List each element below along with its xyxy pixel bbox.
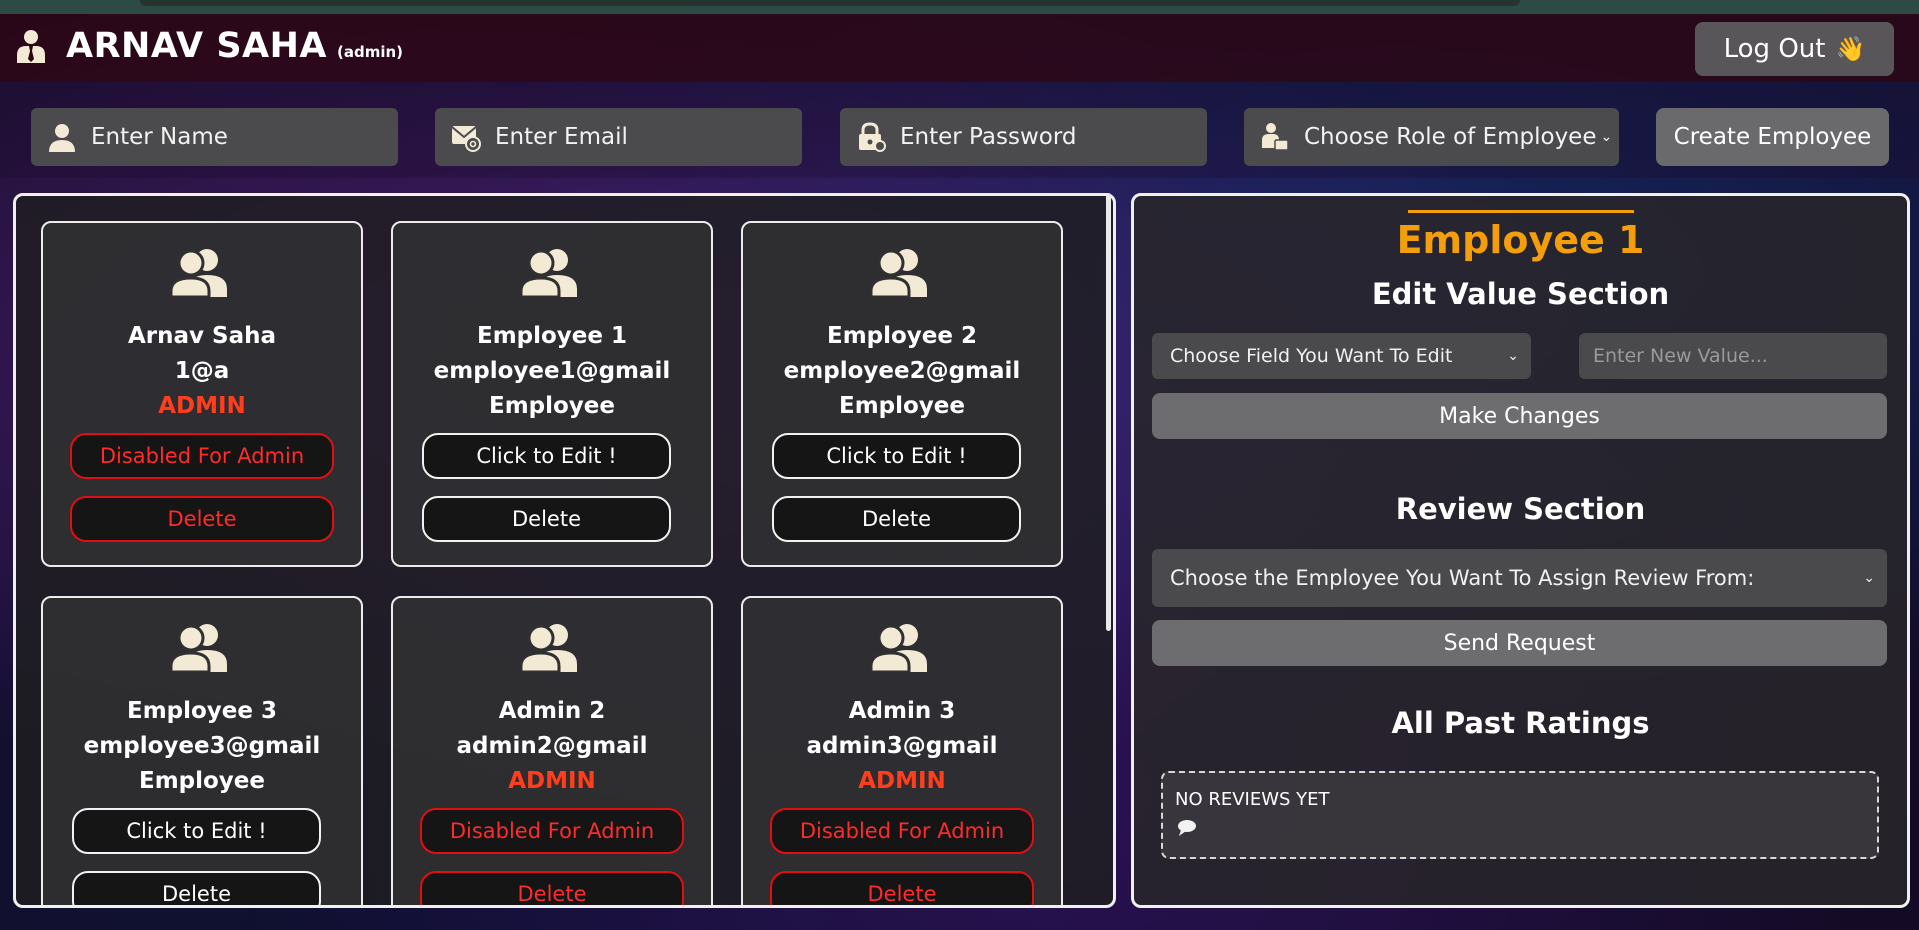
employee-name: Employee 2: [826, 323, 978, 349]
employee-role: Employee: [488, 393, 616, 419]
chevron-down-icon: ⌄: [1863, 570, 1875, 586]
create-employee-form: Enter Name Enter Email Enter Password Ch…: [0, 82, 1919, 178]
email-input[interactable]: Enter Email: [435, 108, 802, 166]
email-icon: [451, 126, 481, 152]
disabled-for-admin-button[interactable]: Disabled For Admin: [70, 433, 334, 479]
delete-employee-button[interactable]: Delete: [422, 496, 671, 542]
user-tie-icon: [17, 30, 45, 63]
password-placeholder: Enter Password: [900, 124, 1077, 150]
employee-role: ADMIN: [858, 768, 946, 794]
employee-name: Arnav Saha: [127, 323, 277, 349]
employee-email: employee3@gmail: [83, 733, 321, 759]
delete-employee-button[interactable]: Delete: [772, 496, 1021, 542]
employee-email: employee1@gmail: [433, 358, 671, 384]
employee-name: Employee 1: [476, 323, 628, 349]
user-role-icon: [1262, 123, 1289, 151]
edit-employee-button[interactable]: Click to Edit !: [72, 808, 321, 854]
name-placeholder: Enter Name: [91, 124, 228, 150]
send-request-button[interactable]: Send Request: [1152, 620, 1887, 666]
employee-name: Admin 3: [848, 698, 956, 724]
role-select[interactable]: Choose Role of Employee ⌄: [1244, 108, 1619, 166]
reviewer-select[interactable]: Choose the Employee You Want To Assign R…: [1152, 549, 1887, 607]
logout-button[interactable]: Log Out 👋: [1695, 22, 1894, 76]
employee-email: admin2@gmail: [456, 733, 648, 759]
users-icon: [869, 622, 931, 674]
new-value-input[interactable]: Enter New Value...: [1579, 333, 1887, 379]
employee-email: employee2@gmail: [783, 358, 1021, 384]
delete-employee-button[interactable]: Delete: [420, 871, 684, 905]
user-icon: [49, 124, 75, 152]
edit-employee-button[interactable]: Click to Edit !: [422, 433, 671, 479]
employee-card: Employee 3 employee3@gmail Employee Click t…: [41, 596, 363, 905]
employee-name: Employee 3: [126, 698, 278, 724]
delete-employee-button[interactable]: Delete: [70, 496, 334, 542]
disabled-for-admin-button[interactable]: Disabled For Admin: [420, 808, 684, 854]
employee-card: Employee 2 employee2@gmail Employee Click t…: [741, 221, 1063, 567]
current-user: ARNAV SAHA (admin): [16, 26, 403, 66]
email-placeholder: Enter Email: [495, 124, 628, 150]
chevron-down-icon: ⌄: [1507, 348, 1519, 364]
employee-list-panel[interactable]: Arnav Saha 1@a ADMIN Disabled For Admin Dele…: [13, 193, 1116, 908]
edit-field-select[interactable]: Choose Field You Want To Edit ⌄: [1152, 333, 1531, 379]
no-reviews-text: NO REVIEWS YET: [1175, 789, 1330, 810]
chevron-down-icon: ⌄: [1600, 129, 1613, 145]
speech-bubble-icon: [1178, 820, 1196, 836]
users-icon: [169, 247, 231, 299]
employee-list-scrollbar[interactable]: [1106, 193, 1111, 631]
new-value-placeholder: Enter New Value...: [1593, 345, 1768, 367]
selected-employee-name: Employee 1: [1396, 218, 1645, 262]
users-icon: [519, 247, 581, 299]
password-input[interactable]: Enter Password: [840, 108, 1207, 166]
users-icon: [519, 622, 581, 674]
delete-employee-button[interactable]: Delete: [72, 871, 321, 905]
users-icon: [169, 622, 231, 674]
employee-role: ADMIN: [158, 393, 246, 419]
edit-field-select-value: Choose Field You Want To Edit: [1170, 345, 1453, 367]
employee-name: Admin 2: [498, 698, 606, 724]
users-icon: [869, 247, 931, 299]
employee-role: ADMIN: [508, 768, 596, 794]
create-employee-button[interactable]: Create Employee: [1656, 108, 1889, 166]
user-name: ARNAV SAHA: [66, 26, 327, 66]
make-changes-button[interactable]: Make Changes: [1152, 393, 1887, 439]
reviewer-select-value: Choose the Employee You Want To Assign R…: [1170, 566, 1755, 590]
employee-card: Employee 1 employee1@gmail Employee Click t…: [391, 221, 713, 567]
employee-email: admin3@gmail: [806, 733, 998, 759]
past-ratings-box: NO REVIEWS YET: [1161, 771, 1879, 859]
app-header: ARNAV SAHA (admin) Log Out 👋: [0, 14, 1919, 82]
employee-card: Arnav Saha 1@a ADMIN Disabled For Admin Dele…: [41, 221, 363, 567]
browser-top-strip-inner: [140, 0, 1520, 6]
employee-role: Employee: [138, 768, 266, 794]
selected-employee-underline: [1408, 210, 1634, 213]
employee-email: 1@a: [174, 358, 230, 384]
employee-card: Admin 2 admin2@gmail ADMIN Disabled For Adm…: [391, 596, 713, 905]
review-section-heading: Review Section: [1395, 492, 1646, 526]
edit-section-heading: Edit Value Section: [1371, 277, 1670, 311]
logout-label: Log Out: [1723, 34, 1826, 64]
disabled-for-admin-button[interactable]: Disabled For Admin: [770, 808, 1034, 854]
employee-card: Admin 3 admin3@gmail ADMIN Disabled For Adm…: [741, 596, 1063, 905]
role-select-value: Choose Role of Employee: [1304, 124, 1597, 150]
delete-employee-button[interactable]: Delete: [770, 871, 1034, 905]
employee-detail-panel: Employee 1 Edit Value Section Choose Fie…: [1131, 193, 1910, 908]
user-role: (admin): [337, 43, 404, 61]
lock-icon: [859, 122, 886, 152]
browser-top-strip: [0, 0, 1919, 14]
employee-role: Employee: [838, 393, 966, 419]
edit-employee-button[interactable]: Click to Edit !: [772, 433, 1021, 479]
name-input[interactable]: Enter Name: [31, 108, 398, 166]
waving-hand-icon: 👋: [1835, 35, 1866, 63]
past-ratings-heading: All Past Ratings: [1391, 706, 1650, 740]
